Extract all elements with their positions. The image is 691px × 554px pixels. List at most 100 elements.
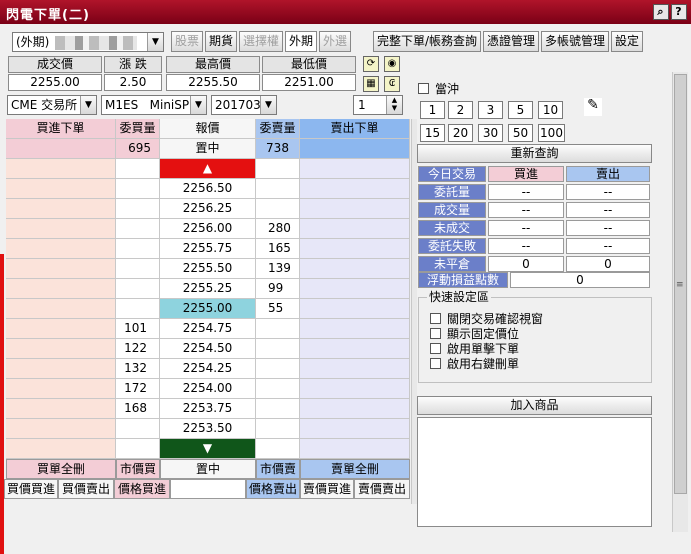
checkbox-icon bbox=[430, 313, 441, 324]
stepper-arrows-icon[interactable]: ▲ ▼ bbox=[386, 96, 402, 114]
sell-order-cell[interactable] bbox=[300, 419, 410, 439]
market-sell-button[interactable]: 市價賣 bbox=[256, 459, 300, 479]
buy-order-cell[interactable] bbox=[6, 399, 116, 419]
sell-order-cell[interactable] bbox=[300, 179, 410, 199]
sell-order-cell[interactable] bbox=[300, 319, 410, 339]
buy-order-cell[interactable] bbox=[6, 219, 116, 239]
last-price-value: 2255.00 bbox=[8, 74, 102, 91]
product-list[interactable] bbox=[417, 417, 652, 527]
cert-manage-button[interactable]: 憑證管理 bbox=[483, 31, 539, 52]
bid-qty-cell: 168 bbox=[116, 399, 160, 419]
stat-buy-value: -- bbox=[488, 220, 564, 236]
sell-order-cell[interactable] bbox=[300, 219, 410, 239]
qty-preset-10[interactable]: 10 bbox=[538, 101, 563, 119]
buy-order-cell[interactable] bbox=[6, 379, 116, 399]
price-cell: 2254.50 bbox=[160, 339, 256, 359]
bid-qty-cell: 132 bbox=[116, 359, 160, 379]
buy-order-cell[interactable] bbox=[6, 419, 116, 439]
month-select[interactable]: 201703 ▼ bbox=[211, 95, 277, 115]
scroll-up-button[interactable]: ▲ bbox=[160, 159, 256, 179]
right-click-delete-label: 啟用右鍵刪單 bbox=[447, 357, 520, 371]
qty-preset-5[interactable]: 5 bbox=[508, 101, 533, 119]
price-buy-button[interactable]: 價格買進 bbox=[114, 479, 170, 499]
exchange-select[interactable]: CME 交易所 ▼ bbox=[7, 95, 97, 115]
qty-preset-30[interactable]: 30 bbox=[478, 124, 503, 142]
full-order-button[interactable]: 完整下單/帳務查詢 bbox=[373, 31, 481, 52]
buy-order-cell[interactable] bbox=[6, 239, 116, 259]
close-confirm-label: 關閉交易確認視窗 bbox=[447, 312, 544, 326]
symbol-select[interactable]: M1ES MiniSP ▼ bbox=[101, 95, 207, 115]
buy-order-cell[interactable] bbox=[6, 199, 116, 219]
sell-order-cell[interactable] bbox=[300, 239, 410, 259]
bid-price-buy-button[interactable]: 買價買進 bbox=[4, 479, 58, 499]
tab-futures[interactable]: 期貨 bbox=[205, 31, 237, 52]
add-product-button[interactable]: 加入商品 bbox=[417, 396, 652, 415]
sell-order-cell[interactable] bbox=[300, 279, 410, 299]
sell-order-cell[interactable] bbox=[300, 379, 410, 399]
tab-options[interactable]: 選擇權 bbox=[239, 31, 283, 52]
tab-stock[interactable]: 股票 bbox=[171, 31, 203, 52]
sell-order-cell[interactable] bbox=[300, 339, 410, 359]
center-bottom-button[interactable]: 置中 bbox=[160, 459, 256, 479]
sell-order-cell[interactable] bbox=[300, 299, 410, 319]
sell-order-cell[interactable] bbox=[300, 159, 410, 179]
tab-foreign-futures[interactable]: 外期 bbox=[285, 31, 317, 52]
ask-price-buy-button[interactable]: 賣價買進 bbox=[300, 479, 354, 499]
right-click-delete-checkbox[interactable]: 啟用右鍵刪單 bbox=[430, 357, 519, 371]
qty-preset-20[interactable]: 20 bbox=[448, 124, 473, 142]
ask-qty-cell: 55 bbox=[256, 299, 300, 319]
buy-order-cell[interactable] bbox=[6, 159, 116, 179]
panel-scrollbar[interactable]: ≡ bbox=[672, 72, 688, 532]
market-buy-button[interactable]: 市價買 bbox=[116, 459, 160, 479]
buy-order-cell[interactable] bbox=[6, 259, 116, 279]
bid-price-sell-button[interactable]: 買價賣出 bbox=[58, 479, 114, 499]
qty-preset-3[interactable]: 3 bbox=[478, 101, 503, 119]
chart-icon[interactable]: ₢ bbox=[384, 76, 400, 92]
help-button[interactable]: ? bbox=[671, 4, 687, 20]
tab-foreign-options[interactable]: 外選 bbox=[319, 31, 351, 52]
center-top-button[interactable]: 置中 bbox=[160, 139, 256, 159]
buy-cancel-all-button[interactable]: 買單全刪 bbox=[6, 459, 116, 479]
daytrade-checkbox[interactable]: 當沖 bbox=[418, 82, 459, 96]
buy-order-cell[interactable] bbox=[6, 299, 116, 319]
accent-stripe bbox=[0, 254, 4, 554]
sell-order-cell[interactable] bbox=[300, 399, 410, 419]
buy-order-cell[interactable] bbox=[6, 359, 116, 379]
requery-button[interactable]: 重新查詢 bbox=[417, 144, 652, 163]
calculator-icon[interactable]: ▦ bbox=[363, 76, 379, 92]
stat-header-label: 今日交易 bbox=[418, 166, 486, 182]
price-sell-button[interactable]: 價格賣出 bbox=[246, 479, 300, 499]
scroll-down-button[interactable]: ▼ bbox=[160, 439, 256, 459]
ask-price-sell-button[interactable]: 賣價賣出 bbox=[354, 479, 410, 499]
buy-order-cell[interactable] bbox=[6, 339, 116, 359]
chevron-down-icon: ▼ bbox=[260, 96, 276, 114]
eye-icon[interactable]: ◉ bbox=[384, 56, 400, 72]
settings-button[interactable]: 設定 bbox=[611, 31, 643, 52]
close-confirm-checkbox[interactable]: 關閉交易確認視窗 bbox=[430, 312, 543, 326]
account-select[interactable]: (外期) ▼ bbox=[12, 32, 164, 52]
buy-order-cell[interactable] bbox=[6, 439, 116, 459]
stat-label: 成交量 bbox=[418, 202, 486, 218]
sell-order-cell[interactable] bbox=[300, 439, 410, 459]
search-icon[interactable]: ⌕ bbox=[653, 4, 669, 20]
eraser-icon[interactable]: ✎ bbox=[584, 98, 602, 116]
buy-order-cell[interactable] bbox=[6, 279, 116, 299]
qty-preset-2[interactable]: 2 bbox=[448, 101, 473, 119]
qty-preset-1[interactable]: 1 bbox=[420, 101, 445, 119]
ask-qty-header: 委賣量 bbox=[256, 119, 300, 139]
sell-cancel-all-button[interactable]: 賣單全刪 bbox=[300, 459, 410, 479]
qty-preset-15[interactable]: 15 bbox=[420, 124, 445, 142]
refresh-icon[interactable]: ⟳ bbox=[363, 56, 379, 72]
qty-preset-100[interactable]: 100 bbox=[538, 124, 565, 142]
buy-order-cell[interactable] bbox=[6, 319, 116, 339]
sell-order-cell[interactable] bbox=[300, 359, 410, 379]
single-click-checkbox[interactable]: 啟用單擊下單 bbox=[430, 342, 519, 356]
ask-qty-cell bbox=[256, 319, 300, 339]
sell-order-cell[interactable] bbox=[300, 199, 410, 219]
multi-account-button[interactable]: 多帳號管理 bbox=[541, 31, 609, 52]
sell-order-cell[interactable] bbox=[300, 259, 410, 279]
qty-stepper[interactable]: 1 ▲ ▼ bbox=[353, 95, 403, 115]
fixed-price-checkbox[interactable]: 顯示固定價位 bbox=[430, 327, 519, 341]
buy-order-cell[interactable] bbox=[6, 179, 116, 199]
qty-preset-50[interactable]: 50 bbox=[508, 124, 533, 142]
